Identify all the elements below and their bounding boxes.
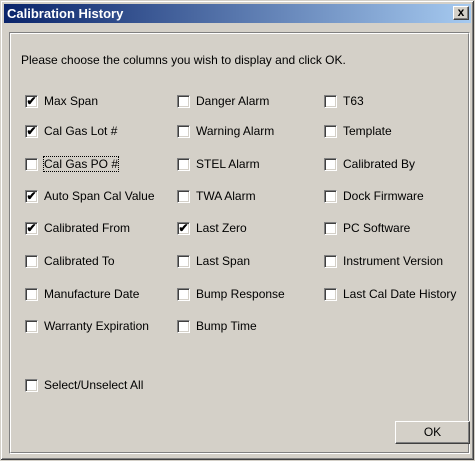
checkbox-box[interactable] xyxy=(25,378,38,392)
checkbox-box[interactable]: ✔ xyxy=(25,93,38,108)
checkbox-warning-alarm[interactable]: Warning Alarm xyxy=(177,123,274,139)
checkbox-box[interactable] xyxy=(324,254,337,268)
ok-button[interactable]: OK xyxy=(395,421,470,444)
checkbox-box[interactable] xyxy=(177,157,190,171)
checkbox-box[interactable] xyxy=(177,287,190,301)
checkbox-auto-span-cal-value[interactable]: ✔ Auto Span Cal Value xyxy=(25,188,155,204)
checkbox-label: Template xyxy=(343,124,392,138)
checkbox-box[interactable] xyxy=(177,189,190,203)
checkbox-label: Calibrated To xyxy=(44,254,115,268)
checkbox-last-cal-date-history[interactable]: Last Cal Date History xyxy=(324,286,456,302)
checkbox-label: Auto Span Cal Value xyxy=(44,189,155,203)
checkbox-label: Last Cal Date History xyxy=(343,287,457,301)
checkbox-max-span[interactable]: ✔ Max Span xyxy=(25,93,98,109)
checkbox-pc-software[interactable]: PC Software xyxy=(324,220,410,236)
checkbox-label: Select/Unselect All xyxy=(44,378,144,392)
checkbox-calibrated-from[interactable]: ✔ Calibrated From xyxy=(25,220,130,236)
checkbox-warranty-expiration[interactable]: Warranty Expiration xyxy=(25,318,149,334)
checkbox-label: STEL Alarm xyxy=(196,157,260,171)
close-button[interactable]: x xyxy=(453,6,469,20)
checkbox-cal-gas-po[interactable]: Cal Gas PO # xyxy=(25,156,120,172)
checkbox-dock-firmware[interactable]: Dock Firmware xyxy=(324,188,424,204)
checkbox-t63[interactable]: T63 xyxy=(324,93,364,109)
checkbox-box[interactable] xyxy=(324,157,337,171)
check-icon: ✔ xyxy=(26,188,37,203)
checkbox-box[interactable] xyxy=(177,124,190,138)
checkbox-twa-alarm[interactable]: TWA Alarm xyxy=(177,188,256,204)
checkbox-box[interactable]: ✔ xyxy=(25,123,38,138)
checkbox-box[interactable]: ✔ xyxy=(25,220,38,235)
close-icon: x xyxy=(457,5,465,19)
check-icon: ✔ xyxy=(26,93,37,108)
checkbox-box[interactable] xyxy=(25,287,38,301)
checkbox-label: PC Software xyxy=(343,221,411,235)
checkbox-manufacture-date[interactable]: Manufacture Date xyxy=(25,286,139,302)
checkbox-label: Manufacture Date xyxy=(44,287,140,301)
calibration-history-dialog: Calibration History x Please choose the … xyxy=(0,0,475,461)
checkbox-calibrated-by[interactable]: Calibrated By xyxy=(324,156,415,172)
checkbox-label: Warranty Expiration xyxy=(44,319,149,333)
checkbox-label: Calibrated From xyxy=(44,221,131,235)
checkbox-box[interactable] xyxy=(25,254,38,268)
checkbox-box[interactable] xyxy=(177,319,190,333)
checkbox-box[interactable] xyxy=(324,189,337,203)
instructions-text: Please choose the columns you wish to di… xyxy=(21,53,346,67)
checkbox-label: Warning Alarm xyxy=(196,124,275,138)
checkbox-box[interactable] xyxy=(177,254,190,268)
checkbox-label: Max Span xyxy=(44,94,99,108)
checkbox-label: Instrument Version xyxy=(343,254,444,268)
check-icon: ✔ xyxy=(26,123,37,138)
checkbox-label: Cal Gas Lot # xyxy=(44,124,118,138)
checkbox-box[interactable] xyxy=(324,124,337,138)
checkbox-instrument-version[interactable]: Instrument Version xyxy=(324,253,443,269)
checkbox-last-span[interactable]: Last Span xyxy=(177,253,250,269)
checkbox-last-zero[interactable]: ✔ Last Zero xyxy=(177,220,247,236)
checkbox-box[interactable] xyxy=(177,94,190,108)
checkbox-danger-alarm[interactable]: Danger Alarm xyxy=(177,93,269,109)
checkbox-box[interactable] xyxy=(25,319,38,333)
checkbox-bump-response[interactable]: Bump Response xyxy=(177,286,285,302)
checkbox-label: Dock Firmware xyxy=(343,189,424,203)
checkbox-label: Bump Response xyxy=(196,287,285,301)
window-title: Calibration History xyxy=(7,6,124,21)
checkbox-bump-time[interactable]: Bump Time xyxy=(177,318,257,334)
checkbox-label: Last Zero xyxy=(196,221,247,235)
checkbox-box[interactable] xyxy=(324,94,337,108)
checkbox-stel-alarm[interactable]: STEL Alarm xyxy=(177,156,260,172)
checkbox-box[interactable] xyxy=(25,157,38,171)
check-icon: ✔ xyxy=(26,220,37,235)
checkbox-box[interactable] xyxy=(324,221,337,235)
checkbox-box[interactable] xyxy=(324,287,337,301)
checkbox-template[interactable]: Template xyxy=(324,123,392,139)
checkbox-label: Cal Gas PO # xyxy=(42,156,120,172)
checkbox-label: Last Span xyxy=(196,254,251,268)
checkbox-cal-gas-lot[interactable]: ✔ Cal Gas Lot # xyxy=(25,123,117,139)
checkbox-calibrated-to[interactable]: Calibrated To xyxy=(25,253,115,269)
checkbox-box[interactable]: ✔ xyxy=(25,188,38,203)
checkbox-label: Bump Time xyxy=(196,319,257,333)
title-bar[interactable]: Calibration History x xyxy=(4,4,471,23)
checkbox-label: Danger Alarm xyxy=(196,94,270,108)
checkbox-box[interactable]: ✔ xyxy=(177,220,190,235)
check-icon: ✔ xyxy=(178,220,189,235)
checkbox-select-unselect-all[interactable]: Select/Unselect All xyxy=(25,377,143,393)
checkbox-label: Calibrated By xyxy=(343,157,416,171)
checkbox-label: T63 xyxy=(343,94,364,108)
checkbox-label: TWA Alarm xyxy=(196,189,256,203)
